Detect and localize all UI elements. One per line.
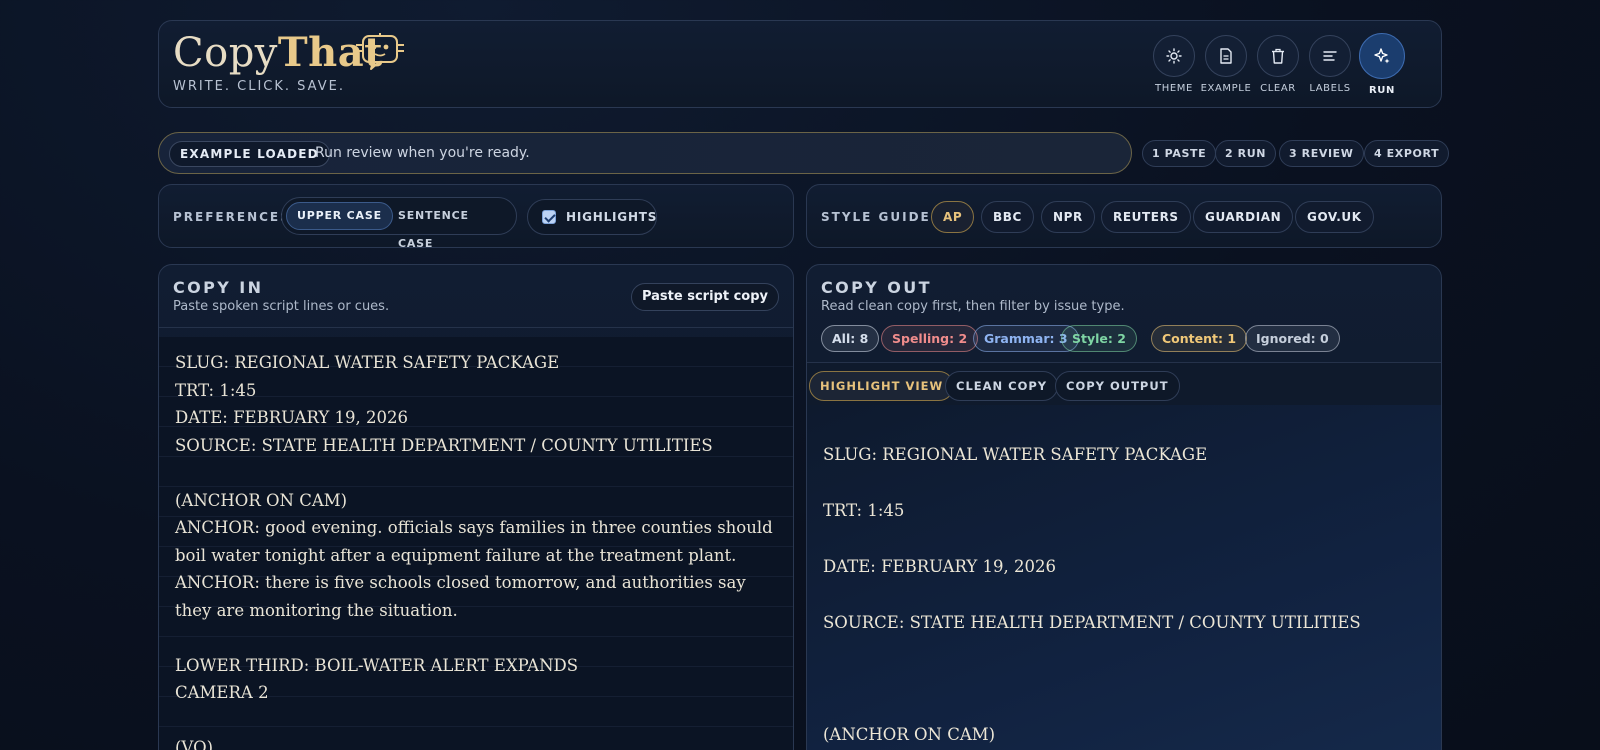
guide-govuk[interactable]: GOV.UK <box>1295 201 1374 233</box>
copy-in-title: COPY IN <box>173 278 264 297</box>
clear-button[interactable]: CLEAR <box>1251 35 1305 94</box>
script-line: TRT: 1:45 <box>175 380 257 400</box>
copy-in-subtitle: Paste spoken script lines or cues. <box>173 299 390 314</box>
script-input[interactable]: SLUG: REGIONAL WATER SAFETY PACKAGE TRT: … <box>159 337 793 750</box>
copy-out-subtitle: Read clean copy first, then filter by is… <box>821 299 1125 314</box>
app-header: CopyThat WRITE. CLICK. SAVE. THEME EXAMP… <box>158 20 1442 108</box>
status-bar: EXAMPLE LOADED Run review when you're re… <box>158 132 1132 174</box>
filter-chip[interactable]: Content: 1 <box>1151 325 1248 352</box>
app-logo: CopyThat <box>173 29 383 76</box>
script-line: (ANCHOR ON CAM) <box>175 490 348 510</box>
highlights-toggle[interactable]: HIGHLIGHTS <box>527 199 657 235</box>
output-line: (ANCHOR ON CAM) <box>823 725 996 744</box>
script-line: (VO) <box>175 738 214 750</box>
divider <box>159 327 793 328</box>
guide-bbc[interactable]: BBC <box>981 201 1034 233</box>
upper-case-option[interactable]: UPPER CASE <box>286 202 393 230</box>
output-line: DATE: FEBRUARY 19, 2026 <box>823 557 1056 576</box>
preferences-panel: PREFERENCES UPPER CASE SENTENCE CASE HIG… <box>158 184 794 250</box>
clean-copy-button[interactable]: CLEAN COPY <box>945 371 1059 401</box>
sentence-case-option[interactable]: SENTENCE CASE <box>388 202 516 250</box>
copy-out-panel: COPY OUT Read clean copy first, then fil… <box>806 264 1442 750</box>
highlights-checkbox[interactable] <box>542 210 556 224</box>
output-line: TRT: 1:45 <box>823 501 905 520</box>
copy-output-button[interactable]: COPY OUTPUT <box>1055 371 1180 401</box>
step-export: 4 EXPORT <box>1364 140 1450 167</box>
step-paste: 1 PASTE <box>1142 140 1217 167</box>
guide-ap[interactable]: AP <box>931 201 975 233</box>
guide-reuters[interactable]: REUTERS <box>1101 201 1191 233</box>
style-guides-panel: STYLE GUIDES AP BBC NPR REUTERS GUARDIAN… <box>806 184 1442 248</box>
step-run: 2 RUN <box>1215 140 1277 167</box>
script-line: CAMERA 2 <box>175 683 269 702</box>
lines-icon <box>1309 35 1351 77</box>
copy-in-panel: COPY IN Paste spoken script lines or cue… <box>158 264 794 750</box>
logo-text-light: Copy <box>173 30 278 76</box>
guide-npr[interactable]: NPR <box>1041 201 1095 233</box>
script-output: SLUG: REGIONAL WATER SAFETY PACKAGE TRT: … <box>807 405 1441 750</box>
filter-chip[interactable]: Ignored: 0 <box>1245 325 1340 352</box>
clear-label: CLEAR <box>1260 83 1296 94</box>
example-label: EXAMPLE <box>1200 83 1252 94</box>
document-icon <box>1205 35 1247 77</box>
style-guides-title: STYLE GUIDES <box>821 210 942 224</box>
script-line: ANCHOR: good evening. officials says fam… <box>175 518 773 565</box>
script-line: LOWER THIRD: BOIL-WATER ALERT EXPANDS <box>175 655 579 675</box>
example-button[interactable]: EXAMPLE <box>1199 35 1253 94</box>
highlights-label: HIGHLIGHTS <box>566 210 658 224</box>
script-line: SOURCE: STATE HEALTH DEPARTMENT / COUNTY… <box>175 435 713 455</box>
output-line: SOURCE: STATE HEALTH DEPARTMENT / COUNTY… <box>823 613 1361 632</box>
robot-chat-icon <box>356 33 404 70</box>
script-line <box>175 624 777 652</box>
filter-chip[interactable]: Style: 2 <box>1061 325 1137 352</box>
view-switcher: HIGHLIGHT VIEW CLEAN COPY COPY OUTPUT <box>807 363 1441 405</box>
trash-icon <box>1257 35 1299 77</box>
labels-button[interactable]: LABELS <box>1303 35 1357 94</box>
filter-chip[interactable]: Spelling: 2 <box>881 325 979 352</box>
script-line <box>175 459 777 487</box>
copy-out-title: COPY OUT <box>821 278 932 297</box>
status-badge: EXAMPLE LOADED <box>169 141 330 167</box>
status-message: Run review when you're ready. <box>315 145 530 161</box>
run-button[interactable]: RUN <box>1355 33 1409 96</box>
script-line: DATE: FEBRUARY 19, 2026 <box>175 408 408 427</box>
preferences-title: PREFERENCES <box>173 210 291 224</box>
filter-chip[interactable]: All: 8 <box>821 325 880 352</box>
script-line <box>175 707 777 735</box>
sun-icon <box>1153 35 1195 77</box>
paste-script-button[interactable]: Paste script copy <box>630 283 779 311</box>
theme-label: THEME <box>1155 83 1193 94</box>
labels-label: LABELS <box>1309 83 1351 94</box>
theme-button[interactable]: THEME <box>1147 35 1201 94</box>
case-selector: UPPER CASE SENTENCE CASE <box>281 197 517 250</box>
step-review: 3 REVIEW <box>1279 140 1364 167</box>
script-line: ANCHOR: there is five schools closed tom… <box>175 573 746 620</box>
output-line: SLUG: REGIONAL WATER SAFETY PACKAGE <box>823 445 1208 464</box>
guide-guardian[interactable]: GUARDIAN <box>1193 201 1294 233</box>
highlight-view-button[interactable]: HIGHLIGHT VIEW <box>809 371 955 401</box>
run-label: RUN <box>1369 85 1395 96</box>
sparkle-icon <box>1359 33 1405 79</box>
tagline: WRITE. CLICK. SAVE. <box>173 79 345 94</box>
script-line: SLUG: REGIONAL WATER SAFETY PACKAGE <box>175 353 560 372</box>
